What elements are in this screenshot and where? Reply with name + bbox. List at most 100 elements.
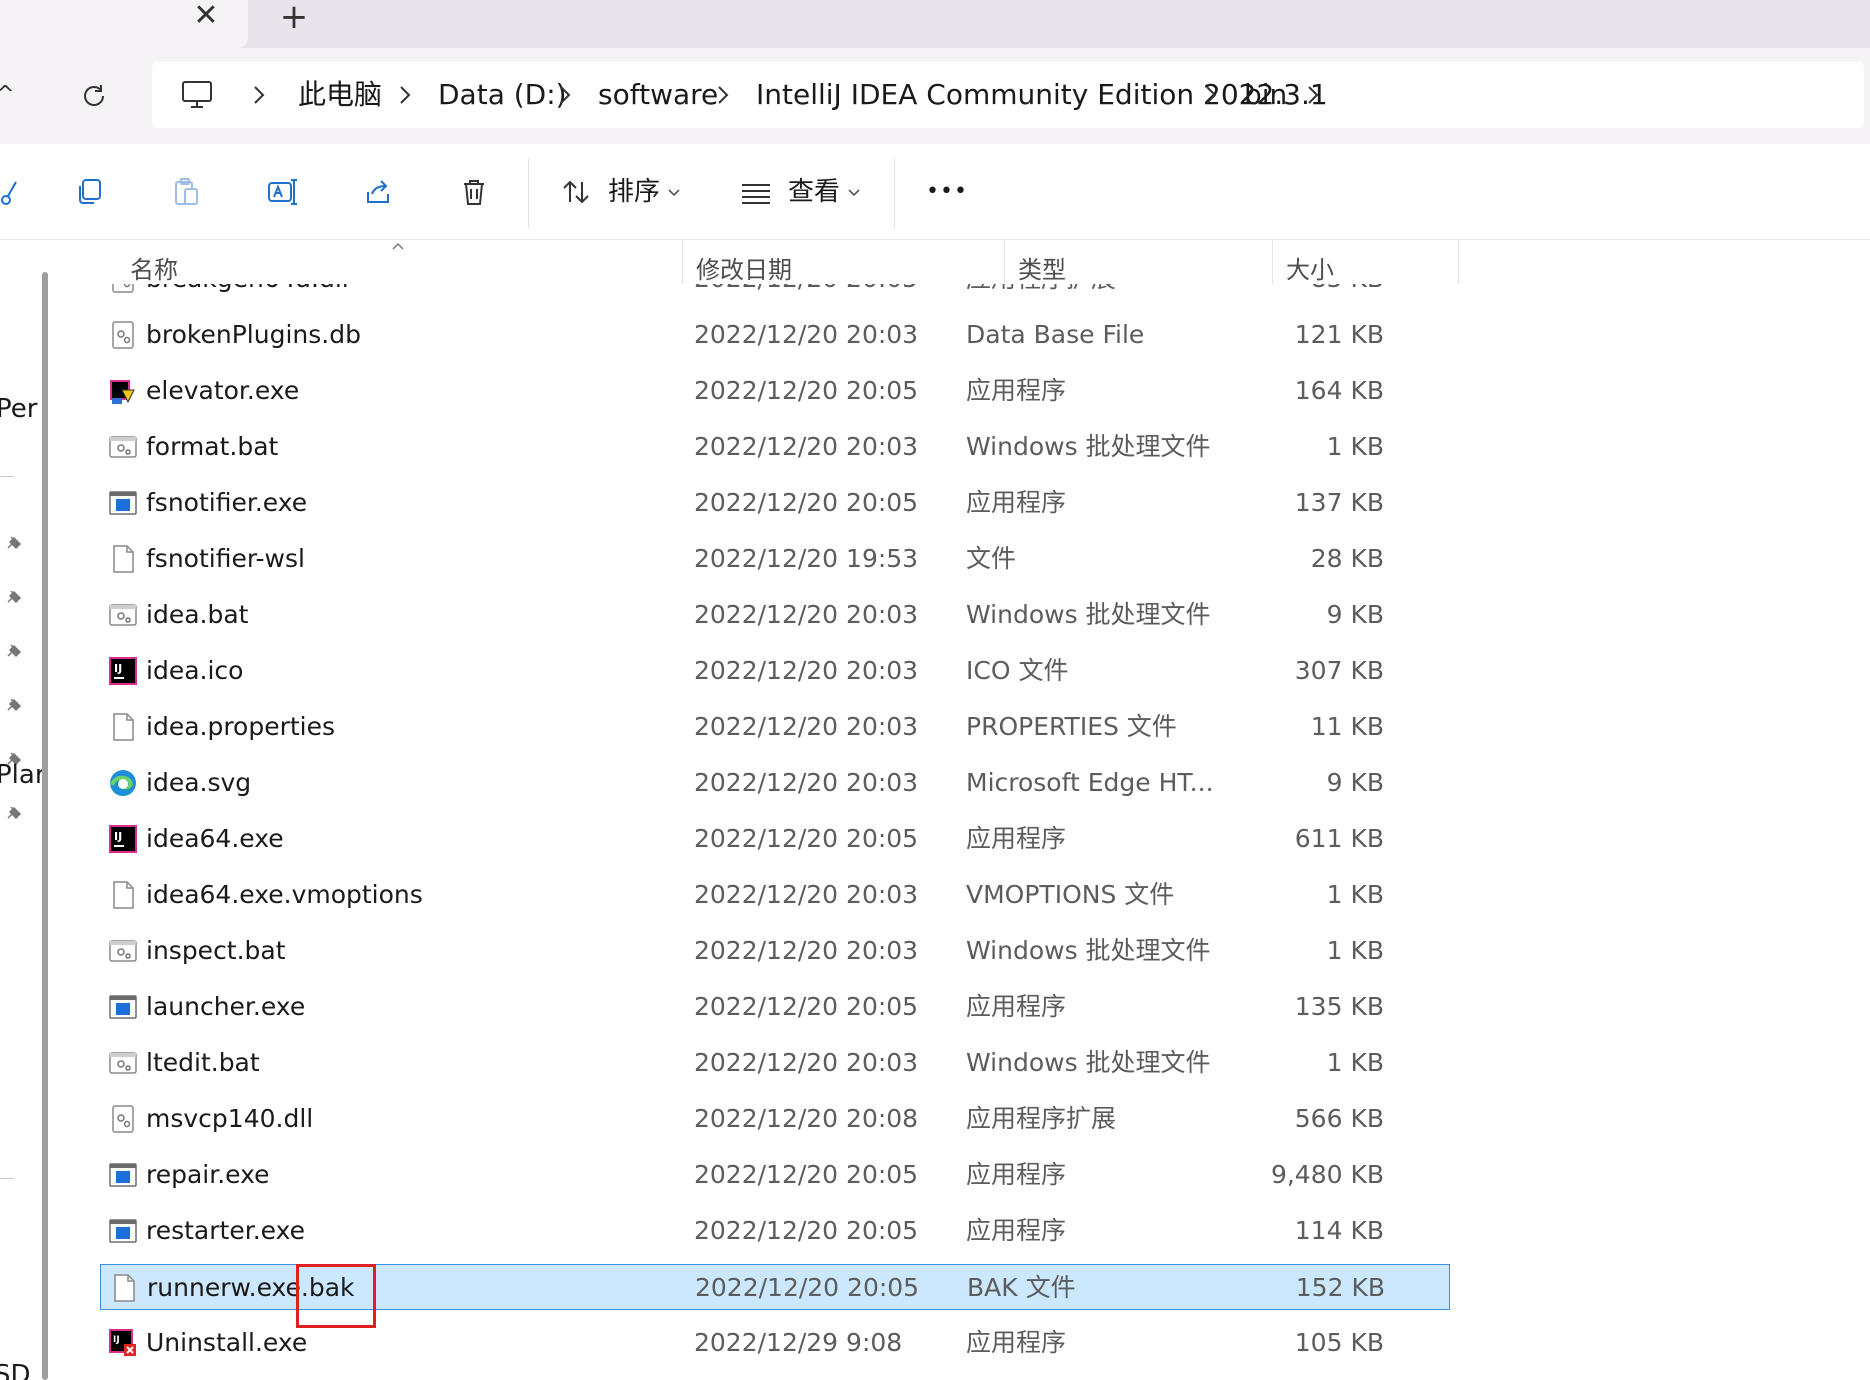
file-size: 152 KB <box>1295 1273 1385 1302</box>
column-divider[interactable] <box>1004 240 1005 284</box>
more-options-button[interactable]: ••• <box>926 174 968 210</box>
cut-icon[interactable] <box>0 174 22 210</box>
file-name: msvcp140.dll <box>146 1104 314 1133</box>
breadcrumb-this-pc[interactable]: 此电脑 <box>298 62 382 128</box>
breadcrumb-intellij[interactable]: IntelliJ IDEA Community Edition 2022.3.1 <box>756 62 1328 128</box>
tab-current[interactable]: ✕ <box>0 0 248 48</box>
sort-icon[interactable] <box>558 174 594 210</box>
column-divider[interactable] <box>682 240 683 284</box>
pin-icon <box>7 698 22 712</box>
refresh-icon[interactable] <box>76 78 112 114</box>
chevron-right-icon[interactable] <box>550 80 580 110</box>
highlight-box <box>296 1264 376 1328</box>
table-row[interactable]: IJ idea64.exe 2022/12/20 20:05 应用程序 611 KB <box>100 816 1450 862</box>
file-size: 9,480 KB <box>1270 1160 1384 1189</box>
table-row[interactable]: inspect.bat 2022/12/20 20:03 Windows 批处理文件… <box>100 928 1450 974</box>
file-size: 137 KB <box>1294 488 1384 517</box>
chevron-right-icon[interactable] <box>708 80 738 110</box>
table-row[interactable]: idea64.exe.vmoptions 2022/12/20 20:03 VMOP… <box>100 872 1450 918</box>
file-date: 2022/12/20 20:03 <box>694 656 919 685</box>
nav-pane-scrollbar[interactable] <box>42 272 48 1380</box>
table-row[interactable]: elevator.exe 2022/12/20 20:05 应用程序 164 KB <box>100 368 1450 414</box>
table-row[interactable]: restarter.exe 2022/12/20 20:05 应用程序 114 KB <box>100 1208 1450 1254</box>
copy-icon[interactable] <box>72 174 108 210</box>
table-row[interactable]: launcher.exe 2022/12/20 20:05 应用程序 135 KB <box>100 984 1450 1030</box>
file-type: Data Base File <box>966 320 1145 349</box>
file-size: 1 KB <box>1326 432 1384 461</box>
nav-item-fragment[interactable]: Plar <box>0 760 46 790</box>
chevron-right-icon[interactable] <box>1298 80 1328 110</box>
table-row[interactable]: format.bat 2022/12/20 20:03 Windows 批处理文件 1… <box>100 424 1450 470</box>
file-type: 应用程序 <box>966 1216 1067 1245</box>
rename-icon[interactable] <box>264 174 300 210</box>
breadcrumb-data-drive[interactable]: Data (D:) <box>438 62 567 128</box>
file-type: 应用程序 <box>966 824 1067 853</box>
table-row[interactable]: IJ idea.ico 2022/12/20 20:03 ICO 文件 307 KB <box>100 648 1450 694</box>
table-row[interactable]: msvcp140.dll 2022/12/20 20:08 应用程序扩展 566 KB <box>100 1096 1450 1142</box>
edge-icon <box>110 770 136 796</box>
file-size: 11 KB <box>1310 712 1384 741</box>
table-row[interactable]: repair.exe 2022/12/20 20:05 应用程序 9,480 KB <box>100 1152 1450 1198</box>
nav-item-fragment[interactable]: Per <box>0 394 37 424</box>
file-type: BAK 文件 <box>967 1273 1076 1302</box>
share-icon[interactable] <box>360 174 396 210</box>
column-divider[interactable] <box>1272 240 1273 284</box>
chevron-right-icon[interactable] <box>244 80 274 110</box>
file-name: launcher.exe <box>146 992 306 1021</box>
breadcrumb-bin[interactable]: bin <box>1244 62 1287 128</box>
breadcrumb-software[interactable]: software <box>598 62 718 128</box>
toolbar-divider <box>528 158 529 228</box>
chevron-down-icon[interactable] <box>662 174 686 210</box>
file-date: 2022/12/20 20:05 <box>694 992 919 1021</box>
table-row[interactable]: idea.svg 2022/12/20 20:03 Microsoft Edge H… <box>100 760 1450 806</box>
chevron-right-icon[interactable] <box>390 80 420 110</box>
intellij-icon: IJ <box>109 825 137 853</box>
column-header-date[interactable]: 修改日期 <box>696 250 792 285</box>
table-row[interactable]: ltedit.bat 2022/12/20 20:03 Windows 批处理文件 1… <box>100 1040 1450 1086</box>
chevron-down-icon[interactable] <box>842 174 866 210</box>
close-icon[interactable]: ✕ <box>188 0 224 36</box>
file-type: Microsoft Edge HT... <box>966 768 1214 797</box>
toolbar-divider <box>894 158 895 228</box>
nav-item-fragment[interactable]: SD <box>0 1360 31 1380</box>
address-row: ^ 此电脑 Data (D:) software IntelliJ IDEA C… <box>0 48 1870 144</box>
file-type: Windows 批处理文件 <box>966 936 1211 965</box>
view-button[interactable]: 查看 <box>788 174 840 210</box>
computer-icon[interactable] <box>180 78 214 112</box>
column-divider[interactable] <box>1458 240 1459 284</box>
paste-icon[interactable] <box>168 174 204 210</box>
table-row[interactable]: fsnotifier-wsl 2022/12/20 19:53 文件 28 KB <box>100 536 1450 582</box>
new-tab-button[interactable]: + <box>274 0 314 36</box>
pin-icon <box>7 590 22 604</box>
file-name: fsnotifier-wsl <box>146 544 305 573</box>
svg-text:IJ: IJ <box>114 662 122 675</box>
file-name: idea.properties <box>146 712 336 741</box>
elevator-app-icon <box>110 380 135 404</box>
file-date: 2022/12/20 20:03 <box>694 1048 919 1077</box>
blank-file-icon <box>113 881 134 909</box>
file-list: breakgen64a.dll2022/12/20 20:05应用程序扩展85 … <box>62 240 1462 1380</box>
nav-divider <box>0 476 14 477</box>
chevron-right-icon[interactable] <box>1196 80 1226 110</box>
table-row[interactable]: idea.bat 2022/12/20 20:03 Windows 批处理文件 9 K… <box>100 592 1450 638</box>
file-size: 121 KB <box>1294 320 1384 349</box>
file-date: 2022/12/20 20:05 <box>694 1216 919 1245</box>
delete-icon[interactable] <box>456 174 492 210</box>
table-row[interactable]: fsnotifier.exe 2022/12/20 20:05 应用程序 137 KB <box>100 480 1450 526</box>
column-header-name[interactable]: 名称 <box>130 250 178 285</box>
file-name: inspect.bat <box>146 936 286 965</box>
file-date: 2022/12/20 20:03 <box>694 880 919 909</box>
sort-button[interactable]: 排序 <box>608 174 660 210</box>
file-type: 文件 <box>966 544 1017 573</box>
svg-text:IJ: IJ <box>114 830 122 843</box>
column-header-type[interactable]: 类型 <box>1018 250 1066 285</box>
view-list-icon[interactable] <box>738 174 774 210</box>
address-bar[interactable]: 此电脑 Data (D:) software IntelliJ IDEA Com… <box>152 62 1864 128</box>
up-arrow-icon[interactable]: ^ <box>0 82 14 107</box>
file-date: 2022/12/20 20:03 <box>694 320 919 349</box>
table-row[interactable]: idea.properties 2022/12/20 20:03 PROPERTIE… <box>100 704 1450 750</box>
file-size: 611 KB <box>1294 824 1384 853</box>
table-row[interactable]: brokenPlugins.db 2022/12/20 20:03 Data Bas… <box>100 312 1450 358</box>
column-header-size[interactable]: 大小 <box>1286 250 1334 285</box>
exe-window-icon <box>109 995 137 1019</box>
